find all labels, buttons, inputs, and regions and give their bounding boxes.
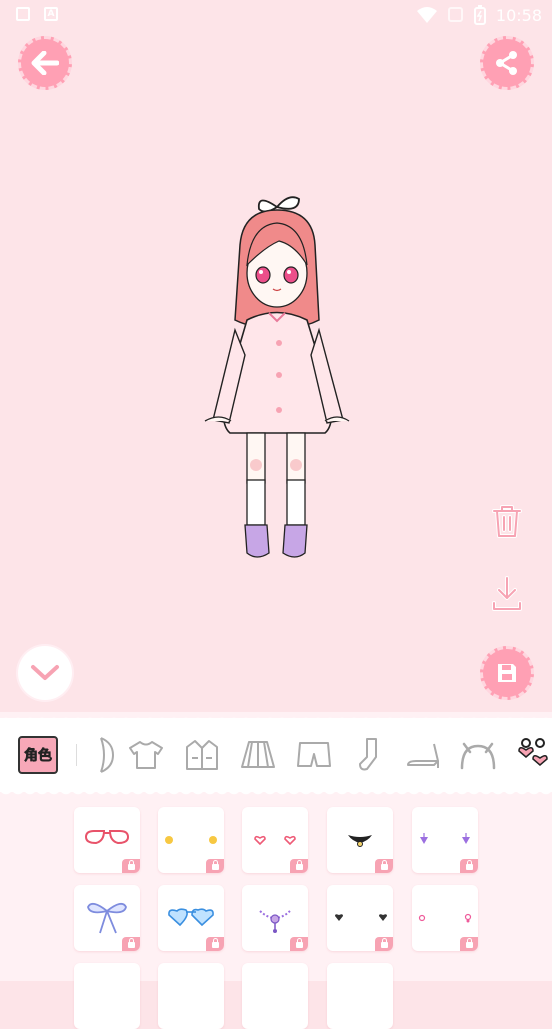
lock-icon [375, 937, 393, 951]
share-button[interactable] [480, 36, 534, 90]
tab-earrings[interactable] [512, 733, 552, 777]
tab-sleeve[interactable] [82, 733, 126, 777]
sock-icon [359, 738, 377, 771]
battery-icon [473, 5, 486, 25]
item-purple-necklace[interactable] [242, 885, 308, 951]
wifi-icon [416, 7, 437, 23]
save-icon [498, 664, 516, 682]
heel-shoe-icon [407, 743, 439, 768]
arrow-left-icon [31, 51, 59, 75]
item-pink-studs[interactable] [412, 885, 478, 951]
share-icon [496, 51, 517, 75]
lock-icon [290, 937, 308, 951]
item-partial[interactable] [74, 963, 140, 1029]
status-time: 10:58 [495, 5, 542, 25]
tab-skirts[interactable] [236, 733, 280, 777]
tab-role[interactable]: 角色 [18, 736, 58, 774]
item-partial[interactable] [327, 963, 393, 1029]
download-button[interactable] [485, 572, 529, 616]
jacket-icon [186, 740, 218, 770]
item-yellow-studs[interactable] [158, 807, 224, 873]
tab-tops[interactable] [124, 733, 168, 777]
lock-icon [290, 859, 308, 873]
item-partial[interactable] [242, 963, 308, 1029]
item-red-glasses[interactable] [74, 807, 140, 873]
skirt-icon [241, 741, 275, 768]
item-black-studs[interactable] [327, 885, 393, 951]
lock-icon [460, 859, 478, 873]
lock-icon [122, 937, 140, 951]
lock-icon [206, 937, 224, 951]
item-partial[interactable] [158, 963, 224, 1029]
item-heart-studs[interactable] [242, 807, 308, 873]
trash-button[interactable] [485, 499, 529, 543]
lock-icon [375, 859, 393, 873]
character-avatar[interactable] [195, 185, 360, 570]
tab-socks[interactable] [348, 733, 392, 777]
tab-shorts[interactable] [292, 733, 336, 777]
tab-shoes[interactable] [402, 733, 446, 777]
item-blue-bow[interactable] [74, 885, 140, 951]
headband-icon [460, 742, 496, 770]
tshirt-icon [129, 741, 163, 769]
trash-icon [492, 505, 522, 538]
tab-role-label: 角色 [24, 748, 53, 765]
item-purple-drops[interactable] [412, 807, 478, 873]
tab-bar-scallop-bottom [0, 788, 552, 800]
tab-jackets[interactable] [180, 733, 224, 777]
notification-icon [16, 7, 30, 21]
shorts-icon [297, 742, 331, 767]
save-button[interactable] [480, 646, 534, 700]
item-choker[interactable] [327, 807, 393, 873]
collapse-button[interactable] [18, 646, 72, 700]
signal-icon [447, 7, 463, 22]
font-a-icon: A [44, 7, 58, 21]
lock-icon [460, 937, 478, 951]
tab-bar-scallop-top [0, 712, 552, 724]
status-bar: A 10:58 [0, 0, 552, 30]
sleeve-icon [100, 737, 115, 773]
lock-icon [122, 859, 140, 873]
tab-headwear[interactable] [456, 733, 500, 777]
lock-icon [206, 859, 224, 873]
earring-icon [518, 738, 548, 766]
item-heart-glasses[interactable] [158, 885, 224, 951]
download-icon [492, 576, 522, 611]
back-button[interactable] [18, 36, 72, 90]
chevron-down-icon [31, 665, 59, 680]
tab-divider [76, 744, 77, 766]
